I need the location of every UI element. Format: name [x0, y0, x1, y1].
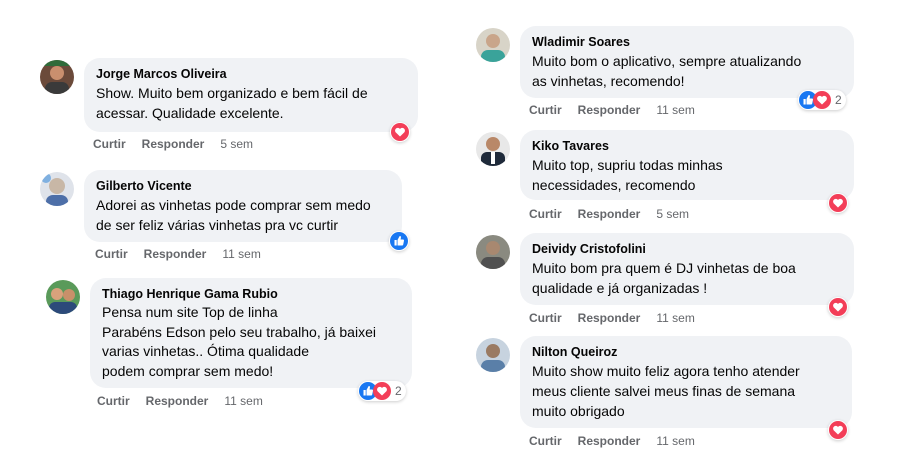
comment-bubble: Thiago Henrique Gama Rubio Pensa num sit… [90, 278, 412, 388]
reactions-summary[interactable]: 2 [358, 381, 406, 401]
love-reaction-icon [813, 91, 831, 109]
comment-line: Adorei as vinhetas pode comprar sem medo [96, 197, 371, 213]
like-link[interactable]: Curtir [529, 207, 562, 221]
reply-link[interactable]: Responder [146, 394, 209, 408]
comment-text: Muito bom o aplicativo, sempre atualizan… [532, 51, 842, 91]
comment-actions: Curtir Responder 11 sem [97, 393, 263, 409]
comment-bubble: Jorge Marcos Oliveira Show. Muito bem or… [84, 58, 418, 132]
reply-link[interactable]: Responder [144, 247, 207, 261]
comment-line: Pensa num site Top de linha [102, 304, 278, 320]
avatar[interactable] [40, 172, 74, 206]
avatar[interactable] [476, 28, 510, 62]
avatar[interactable] [40, 60, 74, 94]
comment-time[interactable]: 11 sem [224, 394, 262, 408]
reply-link[interactable]: Responder [142, 137, 205, 151]
avatar[interactable] [476, 338, 510, 372]
avatar[interactable] [476, 132, 510, 166]
commenter-name[interactable]: Deividy Cristofolini [532, 241, 842, 258]
commenter-name[interactable]: Kiko Tavares [532, 138, 842, 155]
comment-line: as vinhetas, recomendo! [532, 73, 685, 89]
comment-line: necessidades, recomendo [532, 177, 696, 193]
comment-line: acessar. Qualidade excelente. [96, 105, 284, 121]
love-reaction-icon [391, 123, 409, 141]
reply-link[interactable]: Responder [578, 103, 641, 117]
reactions-summary[interactable] [828, 420, 848, 440]
comment-time[interactable]: 5 sem [220, 137, 253, 151]
love-reaction-icon [829, 421, 847, 439]
love-reaction-icon [373, 382, 391, 400]
comment-actions: Curtir Responder 11 sem [529, 310, 695, 326]
reactions-summary[interactable] [828, 297, 848, 317]
comment-actions: Curtir Responder 11 sem [529, 433, 695, 449]
comment-line: Show. Muito bem organizado e bem fácil d… [96, 85, 368, 101]
comment-time[interactable]: 11 sem [656, 311, 694, 325]
comment-text: Adorei as vinhetas pode comprar sem medo… [96, 195, 390, 235]
comment-line: meus cliente salvei meus finas de semana [532, 383, 796, 399]
comment-line: muito obrigado [532, 403, 625, 419]
comment-line: Muito bom o aplicativo, sempre atualizan… [532, 53, 802, 69]
reaction-count: 2 [395, 384, 402, 398]
comment-line: Muito bom pra quem é DJ vinhetas de boa [532, 260, 796, 276]
commenter-name[interactable]: Wladimir Soares [532, 34, 842, 51]
comment-line: Muito top, supriu todas minhas [532, 157, 723, 173]
comment-bubble: Deividy Cristofolini Muito bom pra quem … [520, 233, 854, 305]
like-reaction-icon [390, 232, 408, 250]
comment-line: qualidade e já organizadas ! [532, 280, 708, 296]
comment-actions: Curtir Responder 5 sem [93, 136, 253, 152]
love-reaction-icon [829, 298, 847, 316]
comment-time[interactable]: 11 sem [222, 247, 260, 261]
commenter-name[interactable]: Gilberto Vicente [96, 178, 390, 195]
comment-time[interactable]: 5 sem [656, 207, 689, 221]
comment-time[interactable]: 11 sem [656, 434, 694, 448]
reply-link[interactable]: Responder [578, 207, 641, 221]
comment-bubble: Gilberto Vicente Adorei as vinhetas pode… [84, 170, 402, 242]
comment-line: varias vinhetas.. Ótima qualidade [102, 343, 309, 359]
avatar[interactable] [46, 280, 80, 314]
reactions-summary[interactable] [389, 231, 409, 251]
reactions-summary[interactable] [390, 122, 410, 142]
comment-line: de ser feliz várias vinhetas pra vc curt… [96, 217, 338, 233]
commenter-name[interactable]: Thiago Henrique Gama Rubio [102, 286, 400, 303]
comment-line: Parabéns Edson pelo seu trabalho, já bai… [102, 323, 376, 340]
comment-text: Muito show muito feliz agora tenho atend… [532, 361, 840, 421]
comment-time[interactable]: 11 sem [656, 103, 694, 117]
comment-text: Pensa num site Top de linha Parabéns Eds… [102, 303, 400, 381]
comment-text: Show. Muito bem organizado e bem fácil d… [96, 83, 406, 123]
avatar[interactable] [476, 235, 510, 269]
reply-link[interactable]: Responder [578, 311, 641, 325]
comment-line: Muito show muito feliz agora tenho atend… [532, 363, 800, 379]
comment-line: podem comprar sem medo! [102, 362, 274, 379]
love-reaction-icon [829, 194, 847, 212]
reactions-summary[interactable] [828, 193, 848, 213]
reactions-summary[interactable]: 2 [798, 90, 846, 110]
commenter-name[interactable]: Nilton Queiroz [532, 344, 840, 361]
comment-actions: Curtir Responder 5 sem [529, 206, 689, 222]
like-link[interactable]: Curtir [97, 394, 130, 408]
like-link[interactable]: Curtir [93, 137, 126, 151]
comment-bubble: Kiko Tavares Muito top, supriu todas min… [520, 130, 854, 200]
comment-text: Muito bom pra quem é DJ vinhetas de boa … [532, 258, 842, 298]
reply-link[interactable]: Responder [578, 434, 641, 448]
comment-text: Muito top, supriu todas minhas necessida… [532, 155, 842, 195]
comment-bubble: Wladimir Soares Muito bom o aplicativo, … [520, 26, 854, 98]
comment-bubble: Nilton Queiroz Muito show muito feliz ag… [520, 336, 852, 428]
reaction-count: 2 [835, 93, 842, 107]
like-link[interactable]: Curtir [529, 103, 562, 117]
like-link[interactable]: Curtir [95, 247, 128, 261]
like-link[interactable]: Curtir [529, 434, 562, 448]
like-link[interactable]: Curtir [529, 311, 562, 325]
comment-actions: Curtir Responder 11 sem [95, 246, 261, 262]
commenter-name[interactable]: Jorge Marcos Oliveira [96, 66, 406, 83]
comment-actions: Curtir Responder 11 sem [529, 102, 695, 118]
